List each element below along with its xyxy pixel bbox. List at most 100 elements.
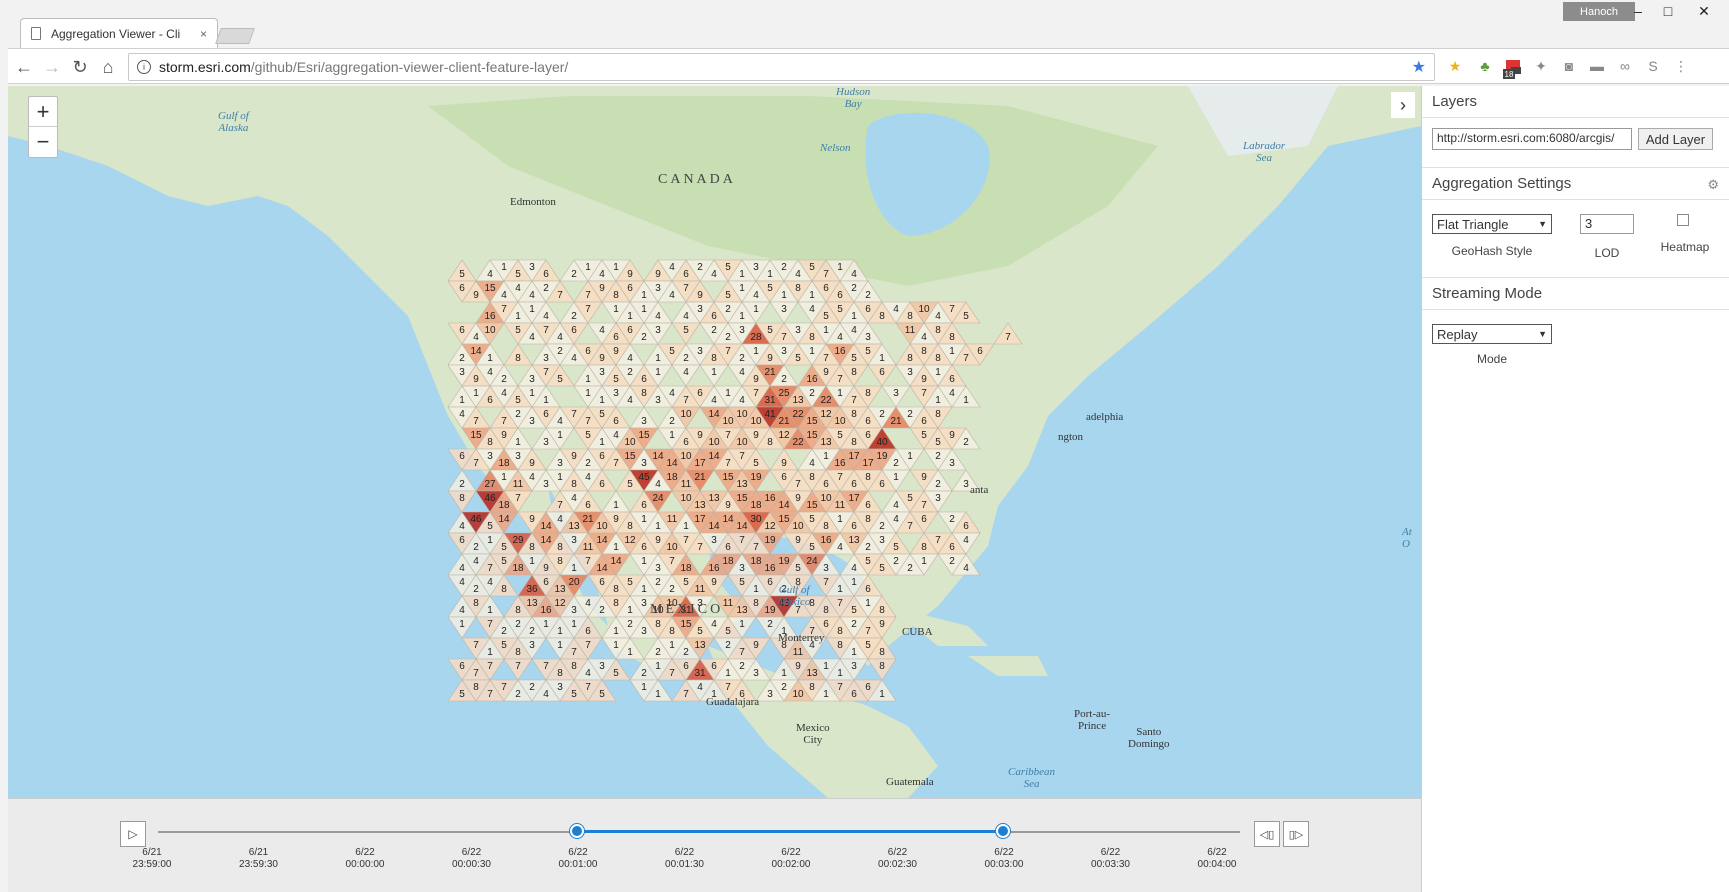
gear-icon[interactable]: ⚙ (1707, 177, 1719, 193)
aggregation-count: 10 (680, 409, 692, 420)
aggregation-count: 6 (823, 619, 829, 630)
aggregation-count: 9 (613, 346, 619, 357)
aggregation-count: 3 (529, 262, 535, 273)
aggregation-count: 6 (711, 311, 717, 322)
aggregation-count: 5 (935, 437, 941, 448)
aggregation-count: 1 (487, 605, 493, 616)
aggregation-count: 16 (834, 458, 846, 469)
layer-url-input[interactable]: http://storm.esri.com:6080/arcgis/ (1432, 128, 1632, 150)
aggregation-count: 4 (529, 290, 535, 301)
tab-close-icon[interactable]: × (200, 27, 207, 41)
aggregation-count: 1 (711, 367, 717, 378)
geohash-style-select[interactable]: Flat Triangle ▼ (1432, 214, 1552, 234)
add-layer-button[interactable]: Add Layer (1638, 128, 1713, 150)
heatmap-checkbox[interactable] (1677, 214, 1689, 226)
range-end-handle[interactable] (996, 824, 1010, 838)
aggregation-count: 6 (459, 661, 465, 672)
aggregation-count: 2 (473, 542, 479, 553)
aggregation-count: 1 (571, 619, 577, 630)
aggregation-count: 3 (907, 367, 913, 378)
mode-select[interactable]: Replay ▼ (1432, 324, 1552, 344)
window-close-icon[interactable]: ✕ (1689, 0, 1719, 22)
forward-icon[interactable]: → (40, 55, 64, 79)
zoom-out-button[interactable]: − (29, 127, 57, 157)
step-forward-button[interactable]: ▯▷ (1283, 821, 1309, 847)
aggregation-count: 7 (739, 451, 745, 462)
info-icon[interactable]: i (137, 60, 151, 74)
step-back-button[interactable]: ◁▯ (1254, 821, 1280, 847)
aggregation-count: 8 (627, 521, 633, 532)
minimize-icon[interactable]: – (1623, 0, 1653, 22)
aggregation-count: 3 (739, 563, 745, 574)
aggregation-count: 29 (512, 535, 524, 546)
aggregation-count: 7 (963, 353, 969, 364)
label-washington: ngton (1058, 431, 1084, 443)
aggregation-count: 21 (582, 514, 594, 525)
aggregation-count: 9 (599, 353, 605, 364)
aggregation-count: 1 (767, 269, 773, 280)
aggregation-count: 2 (669, 584, 675, 595)
aggregation-count: 7 (1005, 332, 1011, 343)
aggregation-count: 8 (837, 626, 843, 637)
aggregation-count: 3 (753, 668, 759, 679)
aggregation-count: 8 (935, 409, 941, 420)
bookmarks-star-icon[interactable]: ★ (1446, 57, 1464, 75)
aggregation-count: 9 (711, 577, 717, 588)
bookmark-star-icon[interactable]: ★ (1412, 57, 1426, 77)
aggregation-count: 2 (683, 353, 689, 364)
map-view[interactable]: 5 4 1 5 3 6 2 1 4 1 9 9 4 6 2 4 5 1 3 1 2 4 5 7 1 4 6 9 15 4 4 4 2 7 7 9 8 6 1… (8, 86, 1421, 798)
aggregation-count: 2 (935, 479, 941, 490)
home-icon[interactable]: ⌂ (96, 55, 120, 79)
skype-extension-icon[interactable]: S (1644, 57, 1662, 75)
card-extension-icon[interactable]: ▬ (1588, 57, 1606, 75)
aggregation-count: 6 (767, 577, 773, 588)
aggregation-count: 2 (767, 619, 773, 630)
aggregation-settings-header: Aggregation Settings ⚙ (1422, 168, 1729, 200)
reload-icon[interactable]: ↻ (68, 55, 92, 79)
back-icon[interactable]: ← (12, 55, 36, 79)
tree-extension-icon[interactable]: ♣ (1476, 57, 1494, 75)
play-button[interactable]: ▷ (120, 821, 146, 847)
aggregation-count: 6 (683, 269, 689, 280)
zoom-in-button[interactable]: + (29, 97, 57, 127)
pin-extension-icon[interactable]: ✦ (1532, 57, 1550, 75)
aggregation-count: 15 (806, 430, 818, 441)
aggregation-count: 4 (557, 514, 563, 525)
address-bar[interactable]: i storm.esri.com /github/Esri/aggregatio… (128, 53, 1435, 81)
maximize-icon[interactable]: □ (1653, 0, 1683, 22)
new-tab-button[interactable] (215, 28, 255, 44)
aggregation-count: 21 (764, 367, 776, 378)
aggregation-count: 3 (613, 388, 619, 399)
aggregation-count: 11 (681, 479, 692, 490)
aggregation-count: 10 (736, 437, 748, 448)
aggregation-count: 6 (585, 346, 591, 357)
aggregation-count: 6 (613, 332, 619, 343)
aggregation-count: 46 (470, 514, 482, 525)
link-extension-icon[interactable]: ∞ (1616, 57, 1634, 75)
chevron-down-icon: ▼ (1538, 219, 1547, 229)
aggregation-count: 6 (837, 290, 843, 301)
lod-input[interactable]: 3 (1580, 214, 1634, 234)
range-start-handle[interactable] (570, 824, 584, 838)
pocket-extension-icon[interactable]: ◙ (1560, 57, 1578, 75)
aggregation-count: 6 (865, 682, 871, 693)
tick-label: 6/22 00:00:30 (452, 847, 491, 870)
aggregation-count: 7 (739, 535, 745, 546)
aggregation-count: 4 (851, 325, 857, 336)
aggregation-count: 6 (725, 542, 731, 553)
aggregation-count: 1 (655, 689, 661, 700)
aggregation-count: 9 (697, 290, 703, 301)
aggregation-count: 6 (921, 514, 927, 525)
browser-tab[interactable]: Aggregation Viewer - Cli × (20, 18, 218, 48)
slider-range-fill (578, 830, 1004, 833)
aggregation-count: 8 (865, 514, 871, 525)
aggregation-count: 6 (851, 521, 857, 532)
aggregation-count: 8 (571, 661, 577, 672)
aggregation-count: 8 (879, 647, 885, 658)
panel-toggle-button[interactable]: › (1391, 92, 1415, 118)
aggregation-count: 3 (963, 479, 969, 490)
aggregation-count: 4 (515, 283, 521, 294)
aggregation-count: 3 (655, 325, 661, 336)
aggregation-count: 1 (515, 437, 521, 448)
menu-icon[interactable]: ⋮ (1672, 57, 1690, 75)
